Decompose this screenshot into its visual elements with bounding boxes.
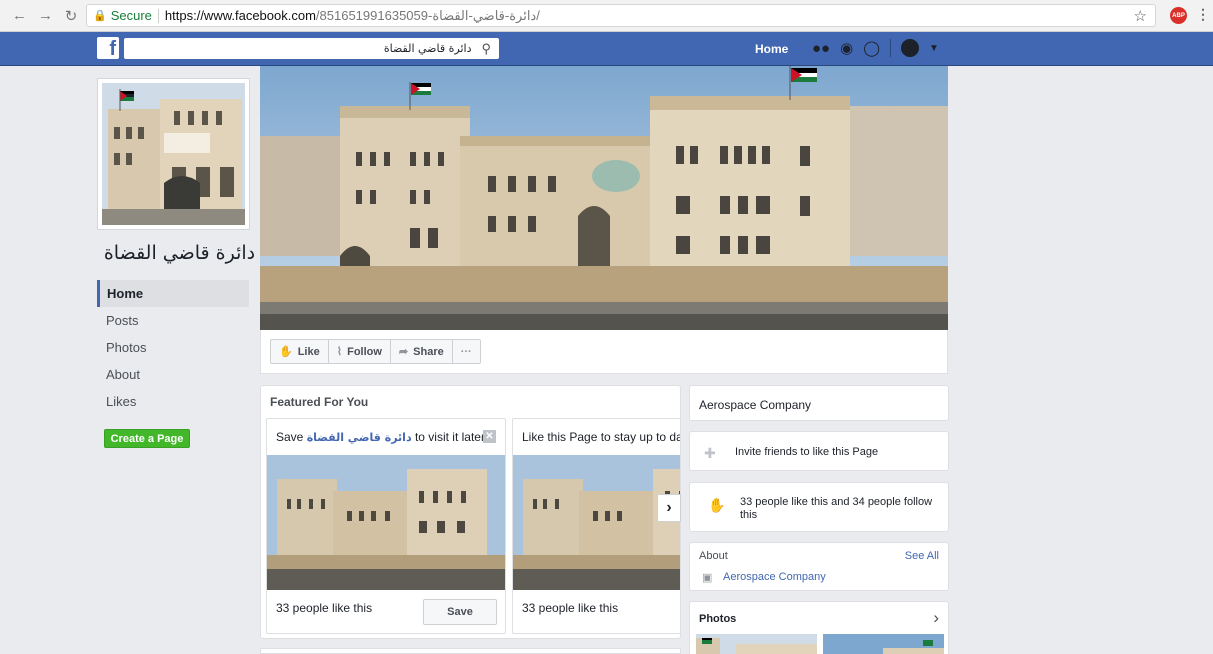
- nav-item-photos[interactable]: Photos: [97, 334, 249, 361]
- nav-item-home[interactable]: Home: [97, 280, 249, 307]
- save-card-building-image: [267, 455, 505, 590]
- forward-arrow-icon[interactable]: →: [38, 7, 53, 25]
- follow-button[interactable]: ⌇ Follow: [329, 340, 391, 363]
- facebook-top-bar: f دائرة قاضي القضاة ⚲ Home ●● ◉ ◯ ? ▼: [0, 32, 1213, 66]
- featured-header: Featured For You: [270, 395, 369, 409]
- home-link[interactable]: Home: [755, 42, 788, 56]
- save-card-image[interactable]: [267, 455, 505, 590]
- messenger-icon[interactable]: ◉: [840, 39, 853, 57]
- browser-nav: ← → ↻: [12, 7, 78, 25]
- like-card-image[interactable]: [513, 455, 680, 590]
- about-heading: About: [699, 550, 728, 562]
- top-bar-divider: [890, 39, 892, 57]
- share-label: Share: [413, 345, 444, 358]
- facebook-logo-icon[interactable]: f: [97, 37, 119, 59]
- page-category: Aerospace Company: [699, 398, 812, 412]
- thumbs-up-icon: ✋: [708, 497, 726, 513]
- page-left-nav: Home Posts Photos About Likes: [97, 280, 249, 415]
- bookmark-star-icon[interactable]: ☆: [1134, 7, 1147, 25]
- photo-thumbnail[interactable]: [696, 634, 819, 654]
- page-action-bar: ✋ Like ⌇ Follow ➦ Share ···: [260, 330, 948, 374]
- chevron-right-icon[interactable]: ›: [933, 608, 939, 628]
- action-buttons: ✋ Like ⌇ Follow ➦ Share ···: [270, 339, 481, 364]
- carousel-next-icon[interactable]: ›: [657, 494, 681, 522]
- like-card-likes: 33 people like this: [522, 601, 619, 615]
- close-icon[interactable]: ✕: [483, 430, 496, 443]
- search-icon[interactable]: ⚲: [481, 41, 491, 57]
- photo-thumbnail[interactable]: [823, 634, 946, 654]
- browser-menu-icon[interactable]: ⋮: [1196, 6, 1210, 23]
- adblock-extension-icon[interactable]: ABP: [1170, 7, 1187, 24]
- nav-item-likes[interactable]: Likes: [97, 388, 249, 415]
- save-page-card: Save دائرة قاضي القضاة to visit it later…: [266, 418, 506, 634]
- save-button[interactable]: Save: [423, 599, 497, 625]
- save-card-likes: 33 people like this: [276, 601, 373, 615]
- secure-label: Secure: [110, 8, 152, 23]
- next-card-edge: [260, 648, 681, 654]
- reload-icon[interactable]: ↻: [64, 7, 78, 25]
- address-bar[interactable]: 🔒 Secure https://www.facebook.com /85165…: [86, 4, 1156, 27]
- follow-label: Follow: [347, 345, 382, 358]
- photo-thumbnail-image: [696, 634, 817, 654]
- rss-icon: ⌇: [336, 346, 343, 358]
- friend-requests-icon[interactable]: ●●: [812, 40, 830, 57]
- save-card-title: Save دائرة قاضي القضاة to visit it later: [276, 430, 485, 444]
- cover-photo[interactable]: [260, 66, 948, 330]
- photo-thumbnail-image: [823, 634, 944, 654]
- page-name-link[interactable]: دائرة قاضي القضاة: [307, 431, 412, 444]
- featured-for-you: Featured For You Save دائرة قاضي القضاة …: [260, 385, 681, 639]
- category-icon: ▣: [702, 572, 713, 584]
- more-button[interactable]: ···: [453, 340, 480, 363]
- top-bar-icons: ●● ◉ ◯ ? ▼: [812, 39, 939, 57]
- save-card-title-pre: Save: [276, 430, 307, 444]
- invite-friends-box[interactable]: ✚ Invite friends to like this Page: [689, 431, 949, 471]
- about-box: About See All ▣ Aerospace Company: [689, 542, 949, 591]
- page-category-box: Aerospace Company: [689, 385, 949, 421]
- page-title: دائرة قاضي القضاة: [103, 242, 256, 264]
- see-all-link[interactable]: See All: [905, 550, 939, 562]
- account-dropdown-icon[interactable]: ▼: [929, 43, 939, 54]
- profile-building-image: [102, 83, 245, 225]
- url-path: /851651991635059-دائرة-قاضي-القضاة/: [315, 7, 540, 23]
- likes-summary-box: ✋ 33 people like this and 34 people foll…: [689, 482, 949, 532]
- search-input[interactable]: دائرة قاضي القضاة ⚲: [124, 38, 499, 59]
- like-card-title: Like this Page to stay up to date: [522, 430, 681, 444]
- browser-toolbar: ← → ↻ 🔒 Secure https://www.facebook.com …: [0, 0, 1213, 32]
- cover-building-image: [260, 66, 948, 330]
- like-page-card: Like this Page to stay up to date 33 peo…: [512, 418, 681, 634]
- create-page-button[interactable]: Create a Page: [104, 429, 190, 448]
- photos-heading[interactable]: Photos: [699, 613, 736, 625]
- like-button[interactable]: ✋ Like: [271, 340, 329, 363]
- about-category-link[interactable]: Aerospace Company: [723, 571, 826, 583]
- like-card-building-image: [513, 455, 680, 590]
- share-arrow-icon: ➦: [398, 346, 409, 358]
- photo-thumbnails: [696, 634, 946, 654]
- share-button[interactable]: ➦ Share: [391, 340, 453, 363]
- thumbs-up-icon: ✋: [279, 346, 293, 358]
- like-label: Like: [297, 345, 320, 358]
- help-icon[interactable]: ?: [901, 39, 920, 57]
- save-card-title-post: to visit it later: [411, 430, 485, 444]
- back-arrow-icon[interactable]: ←: [12, 7, 27, 25]
- profile-picture[interactable]: [97, 78, 250, 230]
- invite-friends-link[interactable]: Invite friends to like this Page: [735, 446, 878, 458]
- photos-box: Photos ›: [689, 601, 949, 654]
- nav-item-about[interactable]: About: [97, 361, 249, 388]
- url-host: https://www.facebook.com: [164, 8, 316, 23]
- url-divider: [157, 8, 159, 23]
- nav-item-posts[interactable]: Posts: [97, 307, 249, 334]
- search-value: دائرة قاضي القضاة: [383, 42, 472, 55]
- notifications-globe-icon[interactable]: ◯: [863, 39, 880, 57]
- add-friend-icon: ✚: [704, 445, 716, 461]
- lock-icon: 🔒: [93, 10, 107, 22]
- likes-follow-count: 33 people like this and 34 people follow…: [740, 496, 933, 521]
